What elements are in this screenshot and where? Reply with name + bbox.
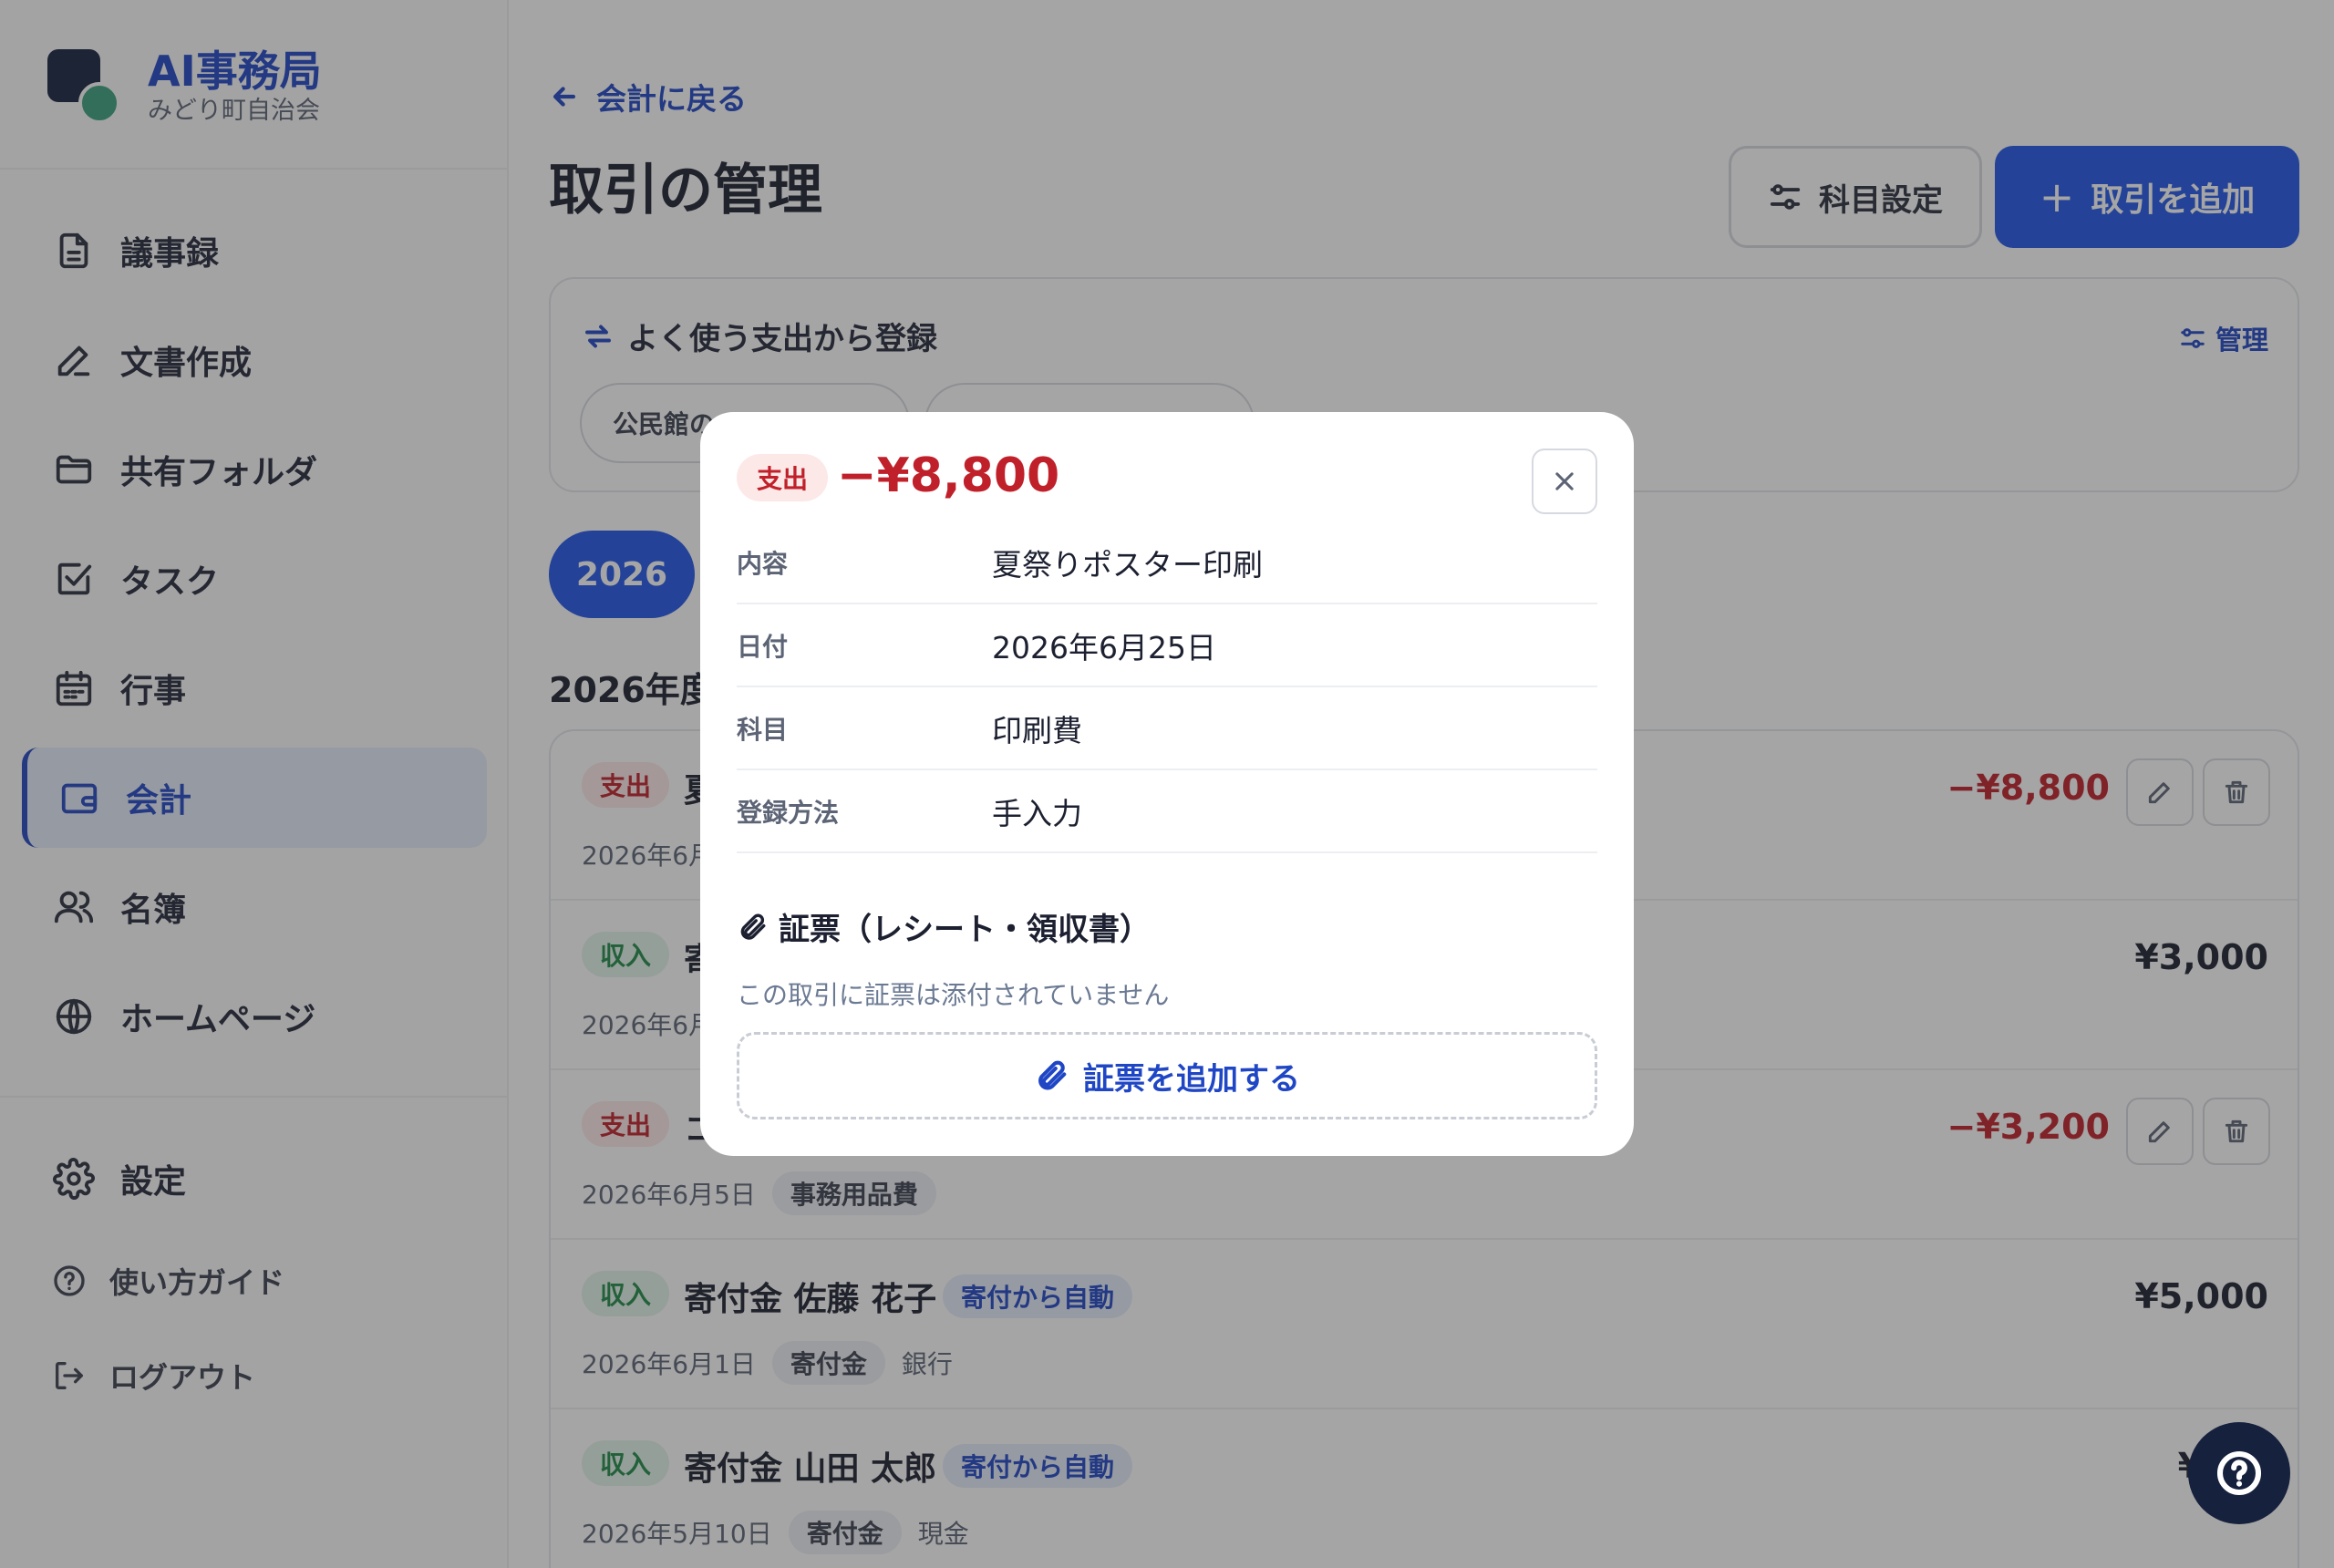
- expense-badge: 支出: [737, 454, 829, 501]
- detail-row-category: 科目 印刷費: [737, 687, 1597, 770]
- detail-row-description: 内容 夏祭りポスター印刷: [737, 521, 1597, 604]
- detail-key: 日付: [737, 631, 789, 662]
- receipt-section-title: 証票（レシート・領収書）: [737, 904, 1151, 949]
- detail-key: 登録方法: [737, 797, 840, 828]
- close-icon: [1555, 472, 1574, 490]
- detail-value: 2026年6月25日: [992, 629, 1216, 665]
- detail-value: 印刷費: [992, 712, 1082, 748]
- add-receipt-label: 証票を追加する: [1083, 1060, 1300, 1098]
- detail-key: 科目: [737, 714, 789, 745]
- help-circle-icon: [2216, 1450, 2262, 1496]
- detail-value: 手入力: [992, 795, 1082, 831]
- paperclip-icon: [740, 913, 766, 940]
- modal-amount: −¥8,800: [837, 449, 1060, 503]
- help-button[interactable]: [2188, 1422, 2290, 1524]
- add-receipt-button[interactable]: 証票を追加する: [737, 1032, 1597, 1119]
- detail-row-date: 日付 2026年6月25日: [737, 604, 1597, 687]
- detail-key: 内容: [737, 548, 789, 579]
- paperclip-icon: [1038, 1060, 1067, 1090]
- detail-value: 夏祭りポスター印刷: [992, 546, 1263, 583]
- close-button[interactable]: [1532, 449, 1597, 514]
- transaction-detail-modal: 支出 −¥8,800 内容 夏祭りポスター印刷 日付 2026年6月25日 科目…: [700, 412, 1634, 1156]
- detail-row-method: 登録方法 手入力: [737, 770, 1597, 853]
- receipt-title-text: 証票（レシート・領収書）: [779, 912, 1151, 948]
- receipt-empty-note: この取引に証票は添付されていません: [737, 980, 1170, 1010]
